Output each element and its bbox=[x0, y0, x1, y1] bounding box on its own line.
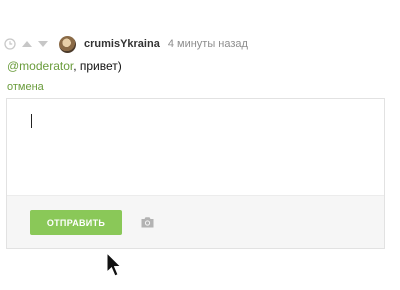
mouse-cursor-icon bbox=[106, 252, 122, 277]
mention-link[interactable]: @moderator bbox=[7, 59, 73, 73]
comment-meta: crumisYkraina 4 минуты назад bbox=[4, 35, 248, 53]
comment-author[interactable]: crumisYkraina bbox=[84, 38, 160, 50]
avatar[interactable] bbox=[59, 35, 76, 53]
comment-time[interactable]: 4 минуты назад bbox=[168, 38, 248, 50]
reply-input[interactable] bbox=[7, 99, 384, 196]
cancel-link[interactable]: отмена bbox=[7, 81, 44, 93]
comment-text: @moderator, привет) bbox=[7, 59, 122, 73]
arrow-up-icon[interactable] bbox=[21, 38, 33, 50]
clock-icon bbox=[4, 38, 16, 50]
send-button[interactable]: ОТПРАВИТЬ bbox=[30, 210, 122, 235]
reply-footer: ОТПРАВИТЬ bbox=[7, 195, 384, 248]
text-caret bbox=[31, 114, 32, 128]
comment-body: , привет) bbox=[73, 59, 122, 73]
reply-box: ОТПРАВИТЬ bbox=[6, 98, 385, 249]
arrow-down-icon[interactable] bbox=[37, 38, 49, 50]
camera-icon[interactable] bbox=[140, 215, 155, 229]
